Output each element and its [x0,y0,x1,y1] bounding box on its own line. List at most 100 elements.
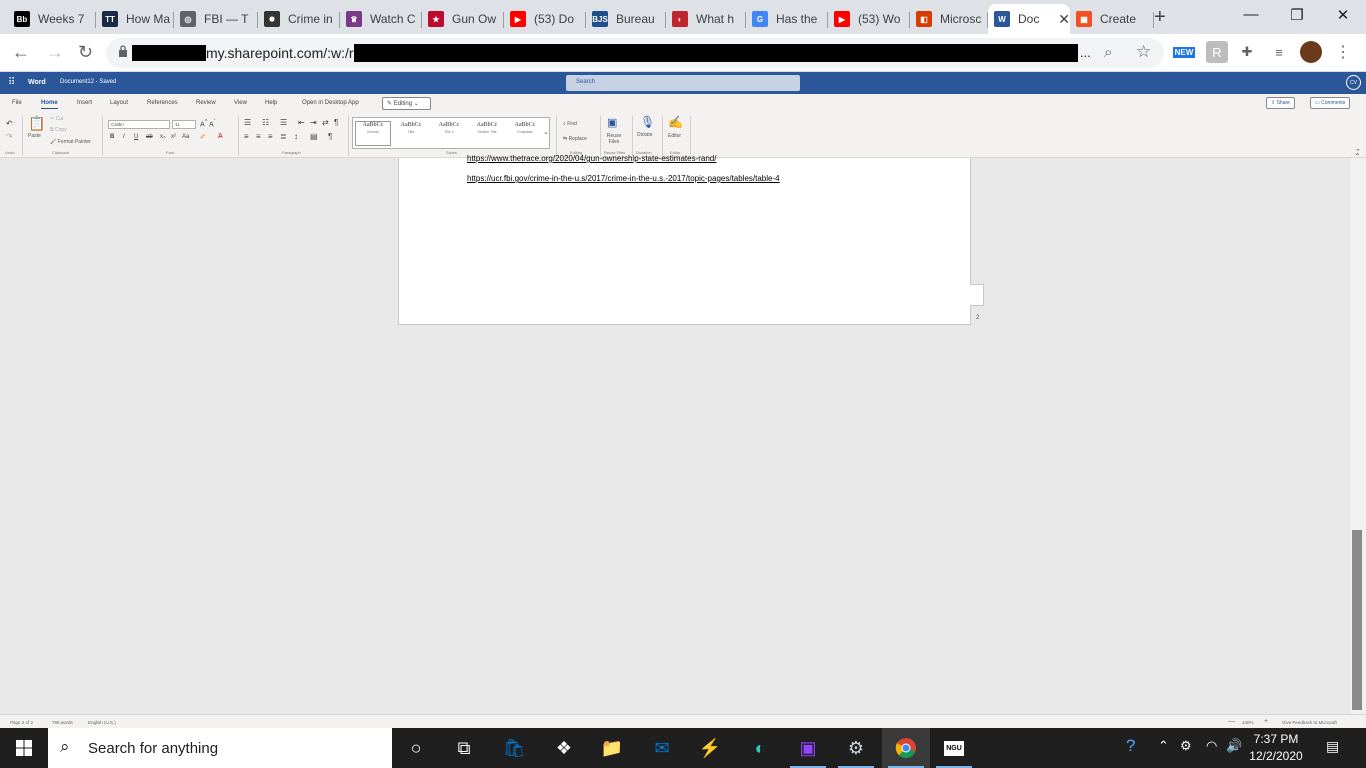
wifi-icon[interactable]: ◠ [1206,738,1217,754]
browser-tab[interactable]: ◧ Microsc [910,4,988,34]
subscript-icon[interactable]: x₂ [160,134,165,140]
tab-view[interactable]: View [234,100,247,106]
share-button[interactable]: ⇪ Share [1266,97,1295,109]
find-button[interactable]: ⌕ Find [563,121,577,127]
task-view-icon[interactable]: ⧉ [440,728,488,768]
reload-button[interactable]: ↻ [78,42,93,63]
replace-button[interactable]: ⇆ Replace [563,136,587,142]
store-icon[interactable]: 🛍 [490,728,538,768]
document-title[interactable]: Document12 - Saved [60,79,116,85]
help-icon[interactable]: ? [1126,736,1135,756]
menu-dots-icon[interactable]: ⋮ [1332,41,1354,63]
browser-tab[interactable]: TT How Ma [96,4,174,34]
tab-file[interactable]: File [12,100,22,106]
maximize-button[interactable]: ❐ [1274,6,1320,24]
start-button[interactable] [0,728,48,768]
chrome-icon[interactable] [882,728,930,768]
tab-insert[interactable]: Insert [77,100,92,106]
file-explorer-icon[interactable]: 📁 [588,728,636,768]
dropbox-icon[interactable]: ❖ [540,728,588,768]
tab-references[interactable]: References [147,100,178,106]
browser-tab[interactable]: ▦ Create [1070,4,1154,34]
word-count[interactable]: 799 words [52,720,73,725]
strikethrough-icon[interactable]: ab [146,134,153,140]
styles-more-icon[interactable]: ⌄ [543,128,549,136]
browser-tab[interactable]: ✸ Crime in [258,4,340,34]
browser-tab[interactable]: ◐ What h [666,4,746,34]
show-hidden-icons-icon[interactable]: ⌃ [1158,738,1169,754]
paste-icon[interactable]: 📋 [28,115,45,132]
document-canvas[interactable]: https://www.thetrace.org/2020/04/gun-own… [0,154,1350,714]
browser-tab[interactable]: W Doc ✕ [988,4,1070,34]
increase-indent-icon[interactable]: ⇥ [310,118,317,127]
scrollbar-thumb[interactable] [1352,530,1362,710]
browser-tab[interactable]: ♛ Watch C [340,4,422,34]
browser-tab[interactable]: G Has the [746,4,828,34]
zoom-level[interactable]: 140% [1242,720,1254,725]
steam-icon[interactable]: ⚙ [832,728,880,768]
align-left-icon[interactable]: ≡ [244,132,249,141]
taskbar-search-input[interactable]: ⌕ Search for anything [48,728,392,768]
redo-icon[interactable]: ↷ [6,132,13,141]
cut-button[interactable]: ✂ Cut [50,116,63,122]
tab-layout[interactable]: Layout [110,100,128,106]
browser-tab[interactable]: ▶ (53) Wo [828,4,910,34]
bold-icon[interactable]: B [110,134,114,140]
underline-icon[interactable]: U [134,134,138,140]
multilevel-list-icon[interactable]: ☰ [280,118,287,127]
dictate-label[interactable]: Dictate [637,132,653,138]
grow-font-icon[interactable]: A^ Aˇ [200,119,216,128]
zoom-icon[interactable]: ⌕ [1104,44,1112,61]
format-painter-button[interactable]: 🖌 Format Painter [50,139,91,145]
address-bar[interactable]: my.sharepoint.com/:w:/r ... ⌕ ☆ [106,38,1164,68]
style-option[interactable]: AaBbCc Normal [355,121,391,146]
visual-studio-icon[interactable]: ⚡ [686,728,734,768]
highlight-icon[interactable]: ✐ [200,133,206,141]
steam-tray-icon[interactable]: ⚙ [1180,738,1192,754]
browser-tab[interactable]: BJS Bureau [586,4,666,34]
microphone-icon[interactable]: 🎙 [640,115,655,129]
close-tab-icon[interactable]: ✕ [1058,11,1070,28]
minimize-button[interactable]: — [1228,6,1274,23]
font-name-dropdown[interactable]: Calibri [108,120,170,129]
paragraph-mark-icon[interactable]: ¶ [328,132,332,141]
reference-link[interactable]: https://ucr.fbi.gov/crime-in-the-u.s/201… [467,174,780,183]
font-color-icon[interactable]: A [218,133,223,140]
scroll-up-icon[interactable]: ⌃ [1354,152,1361,161]
vertical-scrollbar[interactable]: ⌃ [1350,152,1366,714]
italic-icon[interactable]: I [123,134,125,140]
comments-button[interactable]: ▭ Comments [1310,97,1351,109]
line-spacing-icon[interactable]: ↕ [294,132,298,141]
bullets-icon[interactable]: ☰ [244,118,251,127]
browser-tab[interactable]: ◎ FBI — T [174,4,258,34]
extension-new-icon[interactable]: NEW [1172,41,1196,63]
back-button[interactable]: ← [12,42,30,63]
copy-button[interactable]: ⧉ Copy [50,127,67,133]
editor-pen-icon[interactable]: ✍ [668,115,683,129]
clock[interactable]: 7:37 PM 12/2/2020 [1236,731,1316,765]
close-window-button[interactable]: ✕ [1320,6,1366,24]
browser-tab[interactable]: ★ Gun Ow [422,4,504,34]
reuse-files-icon[interactable]: ▣ [607,116,617,129]
align-right-icon[interactable]: ≡ [268,132,273,141]
feedback-link[interactable]: Give Feedback to Microsoft [1282,720,1337,725]
tab-help[interactable]: Help [265,100,277,106]
superscript-icon[interactable]: x² [171,134,176,140]
align-center-icon[interactable]: ≡ [256,132,261,141]
edge-icon[interactable]: ◐ [736,728,784,768]
pilcrow-icon[interactable]: ¶ [334,118,338,127]
avatar[interactable]: CV [1346,75,1361,90]
ngu-app-icon[interactable]: NGU [930,728,978,768]
style-option[interactable]: AaBbCc Title [393,122,429,134]
app-launcher-icon[interactable]: ⠿ [8,77,15,88]
font-size-dropdown[interactable]: 11 [172,120,196,129]
browser-tab[interactable]: Bb Weeks 7 [8,4,96,34]
search-box[interactable]: Search [566,75,800,91]
bookmark-star-icon[interactable]: ☆ [1136,42,1151,62]
puzzle-icon[interactable]: ✚ [1236,41,1258,63]
reuse-files-label[interactable]: Reuse Files [604,133,624,145]
forward-button[interactable]: → [46,42,64,63]
undo-icon[interactable]: ↶ [6,119,13,128]
editing-mode-dropdown[interactable]: ✎ Editing ⌄ [382,97,431,110]
reference-link[interactable]: https://www.thetrace.org/2020/04/gun-own… [467,154,716,163]
